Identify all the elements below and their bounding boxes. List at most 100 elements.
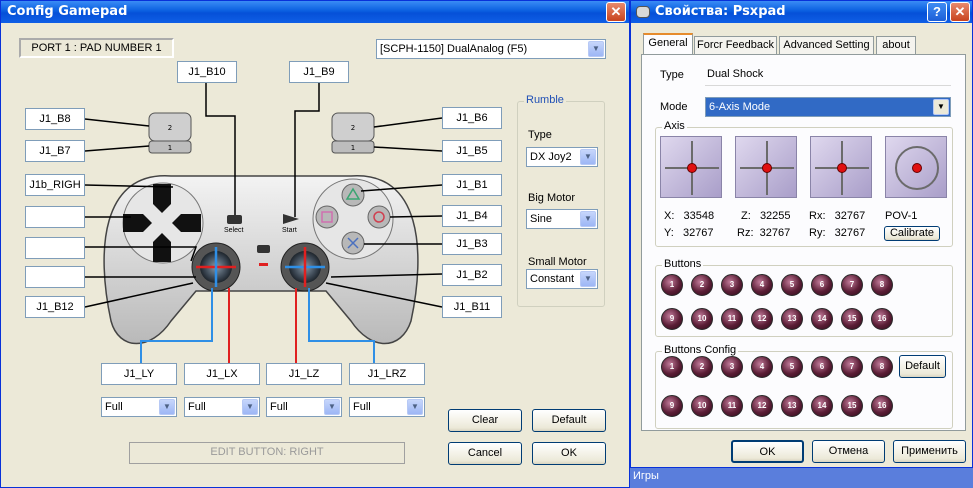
right-stick: [280, 242, 330, 292]
small-motor-value: Constant: [530, 273, 575, 285]
svg-text:2: 2: [168, 124, 172, 132]
props-close-button[interactable]: ✕: [950, 2, 970, 22]
gamepad-body: [103, 175, 419, 345]
big-motor-select[interactable]: Sine ▼: [526, 209, 598, 229]
button-config-13[interactable]: 13: [781, 395, 803, 417]
button-config-7[interactable]: 7: [841, 356, 863, 378]
chevron-down-icon[interactable]: ▼: [588, 41, 604, 57]
button-map-b3[interactable]: J1_B3: [442, 233, 502, 255]
cancel-button[interactable]: Cancel: [448, 442, 522, 465]
button-map-b4[interactable]: J1_B4: [442, 205, 502, 227]
button-map-b1[interactable]: J1_B1: [442, 174, 502, 196]
axis-mode-lz[interactable]: Full ▼: [266, 397, 342, 417]
button-map-b6[interactable]: J1_B6: [442, 107, 502, 129]
select-button: [227, 215, 242, 224]
dpad: [123, 184, 201, 262]
button-config-16[interactable]: 16: [871, 395, 893, 417]
close-icon: ✕: [954, 4, 966, 19]
svg-text:1: 1: [168, 144, 172, 152]
button-map-empty-2[interactable]: [25, 237, 85, 259]
readout-pov: POV-1: [885, 210, 918, 222]
clear-button[interactable]: Clear: [448, 409, 522, 432]
button-config-10[interactable]: 10: [691, 395, 713, 417]
button-config-3[interactable]: 3: [721, 356, 743, 378]
axis-map-lrz[interactable]: J1_LRZ: [349, 363, 425, 385]
button-map-empty-1[interactable]: [25, 206, 85, 228]
rumble-type-select[interactable]: DX Joy2 ▼: [526, 147, 598, 167]
tab-advanced-setting[interactable]: Advanced Setting: [779, 36, 874, 54]
small-motor-select[interactable]: Constant ▼: [526, 269, 598, 289]
calibrate-button[interactable]: Calibrate: [884, 226, 940, 241]
axis-map-lz[interactable]: J1_LZ: [266, 363, 342, 385]
help-button[interactable]: ?: [927, 2, 947, 22]
rumble-type-value: DX Joy2: [530, 151, 572, 163]
chevron-down-icon[interactable]: ▼: [407, 399, 423, 415]
button-config-1[interactable]: 1: [661, 356, 683, 378]
config-gamepad-window: Config Gamepad ✕ PORT 1 : PAD NUMBER 1 […: [0, 0, 630, 488]
button-map-b8[interactable]: J1_B8: [25, 108, 85, 130]
button-config-9[interactable]: 9: [661, 395, 683, 417]
button-config-5[interactable]: 5: [781, 356, 803, 378]
chevron-down-icon[interactable]: ▼: [159, 399, 175, 415]
button-config-8[interactable]: 8: [871, 356, 893, 378]
status-box: EDIT BUTTON: RIGHT: [129, 442, 405, 464]
props-default-button[interactable]: Default: [899, 355, 946, 378]
axis-map-lx[interactable]: J1_LX: [184, 363, 260, 385]
button-config-11[interactable]: 11: [721, 395, 743, 417]
button-config-6[interactable]: 6: [811, 356, 833, 378]
button-indicator-14: 14: [811, 308, 833, 330]
props-cancel-button[interactable]: Отмена: [812, 440, 885, 463]
button-map-b2[interactable]: J1_B2: [442, 264, 502, 286]
tab-force-feedback[interactable]: Forcr Feedback: [694, 36, 777, 54]
button-config-15[interactable]: 15: [841, 395, 863, 417]
cross-button: [341, 231, 365, 255]
close-button[interactable]: ✕: [606, 2, 626, 22]
readout-y: Y: 32767: [664, 227, 714, 239]
props-title-bar[interactable]: Свойства: Psxpad: [631, 1, 972, 23]
default-button[interactable]: Default: [532, 409, 606, 432]
button-map-b10[interactable]: J1_B10: [177, 61, 237, 83]
readout-rx: Rx: 32767: [809, 210, 866, 222]
readout-z: Z: 32255: [741, 210, 791, 222]
chevron-down-icon[interactable]: ▼: [324, 399, 340, 415]
r2-shoulder: [331, 112, 375, 142]
props-apply-button[interactable]: Применить: [893, 440, 966, 463]
chevron-down-icon[interactable]: ▼: [580, 271, 596, 287]
axis-mode-ly[interactable]: Full ▼: [101, 397, 177, 417]
button-map-right[interactable]: J1b_RIGH: [25, 174, 85, 196]
button-map-b11[interactable]: J1_B11: [442, 296, 502, 318]
small-motor-label: Small Motor: [528, 256, 587, 268]
chevron-down-icon[interactable]: ▼: [580, 149, 596, 165]
axis-z-rz-indicator: [735, 136, 797, 198]
ok-button[interactable]: OK: [532, 442, 606, 465]
readout-rz: Rz: 32767: [737, 227, 791, 239]
tab-about[interactable]: about: [876, 36, 916, 54]
axis-mode-lx[interactable]: Full ▼: [184, 397, 260, 417]
pad-type-select[interactable]: [SCPH-1150] DualAnalog (F5) ▼: [376, 39, 606, 59]
button-config-12[interactable]: 12: [751, 395, 773, 417]
pad-type-value: [SCPH-1150] DualAnalog (F5): [380, 43, 528, 55]
left-stick: [191, 242, 241, 292]
button-config-14[interactable]: 14: [811, 395, 833, 417]
readout-x: X: 33548: [664, 210, 715, 222]
button-map-b5[interactable]: J1_B5: [442, 140, 502, 162]
axis-mode-lrz[interactable]: Full ▼: [349, 397, 425, 417]
props-ok-button[interactable]: OK: [731, 440, 804, 463]
config-title-bar[interactable]: Config Gamepad: [1, 1, 629, 23]
axis-xy-indicator: [660, 136, 722, 198]
button-map-b9[interactable]: J1_B9: [289, 61, 349, 83]
axis-map-ly[interactable]: J1_LY: [101, 363, 177, 385]
button-map-b7[interactable]: J1_B7: [25, 140, 85, 162]
button-map-empty-3[interactable]: [25, 266, 85, 288]
tab-general[interactable]: General: [643, 33, 693, 55]
mode-select[interactable]: 6-Axis Mode ▼: [705, 97, 951, 117]
button-map-b12[interactable]: J1_B12: [25, 296, 85, 318]
button-config-2[interactable]: 2: [691, 356, 713, 378]
chevron-down-icon[interactable]: ▼: [580, 211, 596, 227]
chevron-down-icon[interactable]: ▼: [933, 99, 949, 115]
svg-text:1: 1: [351, 144, 355, 152]
help-icon: ?: [933, 4, 941, 19]
chevron-down-icon[interactable]: ▼: [242, 399, 258, 415]
axis-dot: [687, 163, 697, 173]
button-config-4[interactable]: 4: [751, 356, 773, 378]
